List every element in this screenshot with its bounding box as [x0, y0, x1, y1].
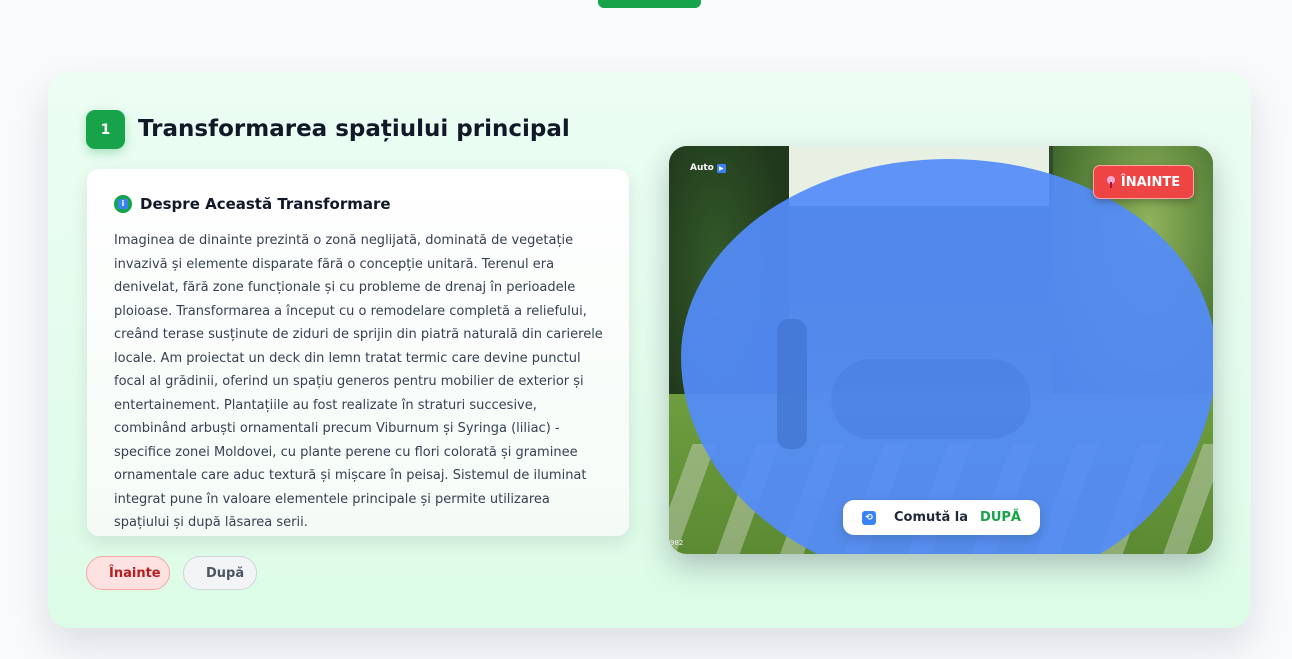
- transformation-card: 1 Transformarea spațiului principal i De…: [48, 72, 1251, 628]
- before-pill-button[interactable]: Înainte: [86, 556, 170, 590]
- section-title: Transformarea spațiului principal: [138, 116, 570, 142]
- about-header: i Despre Această Transformare: [114, 195, 603, 213]
- state-badge-label: ÎNAINTE: [1120, 174, 1181, 190]
- swap-icon: ⟲: [862, 510, 877, 525]
- about-panel: i Despre Această Transformare Imaginea d…: [87, 169, 629, 536]
- after-pill-label: După: [206, 565, 245, 581]
- about-heading: Despre Această Transformare: [140, 195, 391, 213]
- photo-caption: 982: [670, 539, 684, 547]
- before-pill-label: Înainte: [109, 565, 161, 581]
- switch-view-target: DUPĂ: [980, 510, 1021, 525]
- play-icon: ▶: [716, 163, 726, 173]
- blurred-overlay: [681, 159, 1213, 554]
- switch-view-prefix: Comută la: [894, 510, 969, 525]
- pin-icon: [1106, 176, 1115, 188]
- autoplay-toggle[interactable]: Auto ▶: [690, 163, 726, 173]
- top-progress-indicator: [598, 0, 701, 8]
- after-pill-button[interactable]: După: [183, 556, 257, 590]
- about-description: Imaginea de dinainte prezintă o zonă neg…: [114, 233, 603, 530]
- view-toggle-pills: Înainte După: [86, 556, 257, 590]
- overlay-figure: [777, 319, 807, 449]
- state-badge: ÎNAINTE: [1093, 165, 1194, 199]
- before-after-image-viewer[interactable]: Auto ▶ ÎNAINTE ⟲ Comută la DUPĂ 982: [669, 146, 1213, 554]
- step-number-badge: 1: [86, 110, 125, 149]
- info-icon: i: [114, 195, 132, 213]
- switch-view-button[interactable]: ⟲ Comută la DUPĂ: [843, 500, 1040, 535]
- overlay-bush: [831, 359, 1031, 439]
- autoplay-label: Auto: [690, 163, 714, 173]
